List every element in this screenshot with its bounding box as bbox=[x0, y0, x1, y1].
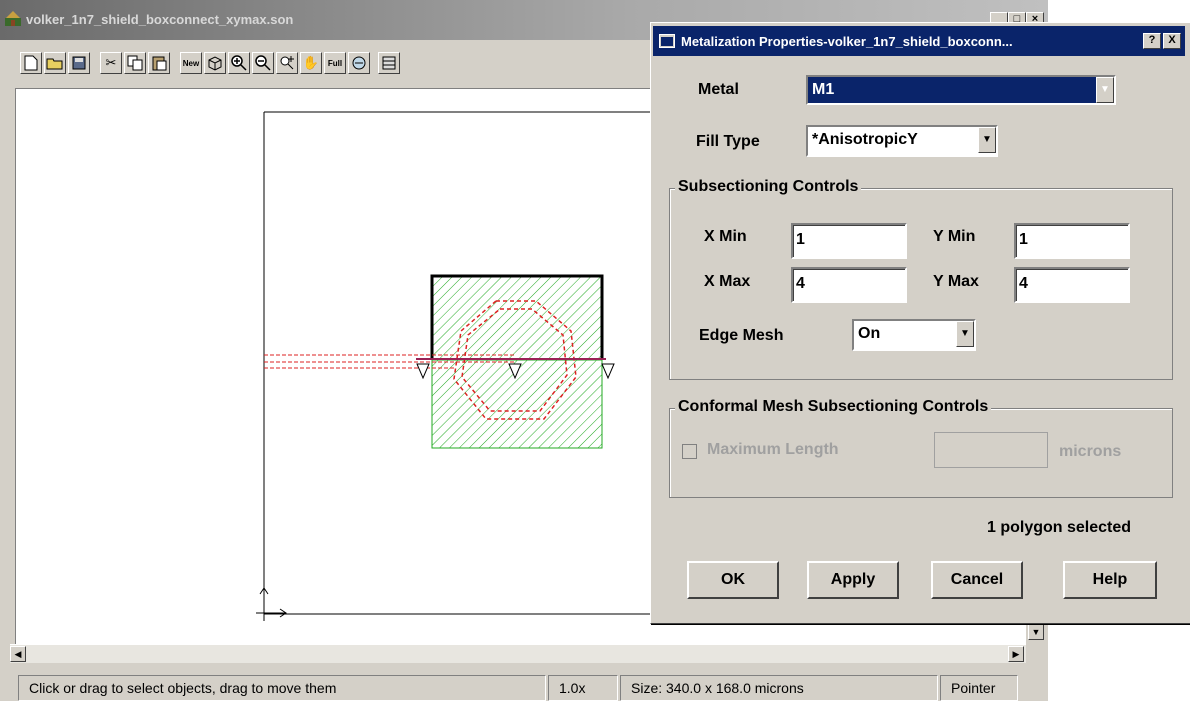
dialog-help-button[interactable]: ? bbox=[1143, 33, 1161, 49]
open-folder-icon[interactable] bbox=[44, 52, 66, 74]
save-icon[interactable] bbox=[68, 52, 90, 74]
3d-view-icon[interactable] bbox=[204, 52, 226, 74]
vertex-marker-right bbox=[601, 363, 615, 380]
fill-type-label: Fill Type bbox=[696, 133, 760, 150]
status-bar: Click or drag to select objects, drag to… bbox=[0, 665, 1048, 701]
xmax-label: X Max bbox=[704, 273, 751, 290]
new-file-icon[interactable] bbox=[20, 52, 42, 74]
metal-dropdown[interactable]: M1 ▼ bbox=[806, 75, 1116, 105]
dialog-titlebar[interactable]: Metalization Properties-volker_1n7_shiel… bbox=[653, 26, 1185, 56]
chevron-down-icon[interactable]: ▼ bbox=[978, 127, 996, 153]
metal-label: Metal bbox=[698, 81, 739, 98]
zoom-full-icon[interactable]: Full bbox=[324, 52, 346, 74]
status-size: Size: 340.0 x 168.0 microns bbox=[620, 675, 938, 701]
max-length-input[interactable] bbox=[934, 432, 1048, 468]
selection-status: 1 polygon selected bbox=[987, 519, 1132, 536]
chevron-down-icon[interactable]: ▼ bbox=[956, 321, 974, 347]
subsectioning-legend: Subsectioning Controls bbox=[675, 178, 862, 196]
zoom-out-icon[interactable] bbox=[252, 52, 274, 74]
ok-button[interactable]: OK bbox=[687, 561, 779, 599]
copy-icon[interactable] bbox=[124, 52, 146, 74]
cancel-button[interactable]: Cancel bbox=[931, 561, 1023, 599]
metalization-properties-dialog: Metalization Properties-volker_1n7_shiel… bbox=[650, 22, 1190, 624]
cut-icon[interactable]: ✂ bbox=[100, 52, 122, 74]
zoom-in-icon[interactable] bbox=[228, 52, 250, 74]
port-icon[interactable] bbox=[348, 52, 370, 74]
scroll-left-button[interactable]: ◀ bbox=[10, 646, 26, 662]
max-length-label: Maximum Length bbox=[707, 441, 839, 458]
zoom-full-label: Full bbox=[327, 58, 343, 68]
new-object-label: New bbox=[182, 58, 200, 68]
max-length-checkbox[interactable] bbox=[682, 444, 697, 459]
pan-hand-icon[interactable]: ✋ bbox=[300, 52, 322, 74]
fill-type-dropdown[interactable]: *AnisotropicY ▼ bbox=[806, 125, 998, 157]
vertex-marker-left bbox=[416, 363, 430, 380]
zoom-box-icon[interactable] bbox=[276, 52, 298, 74]
layers-icon[interactable] bbox=[378, 52, 400, 74]
fill-type-value: *AnisotropicY bbox=[812, 131, 918, 148]
status-message: Click or drag to select objects, drag to… bbox=[18, 675, 546, 701]
metal-value: M1 bbox=[812, 81, 835, 98]
edge-mesh-label: Edge Mesh bbox=[699, 327, 784, 344]
help-button[interactable]: Help bbox=[1063, 561, 1157, 599]
edge-mesh-value: On bbox=[858, 325, 881, 342]
dialog-title: Metalization Properties-volker_1n7_shiel… bbox=[681, 34, 1013, 49]
chevron-down-icon[interactable]: ▼ bbox=[1096, 77, 1114, 103]
xmax-input[interactable]: 4 bbox=[791, 267, 907, 303]
ymax-label: Y Max bbox=[933, 273, 979, 290]
status-zoom: 1.0x bbox=[548, 675, 618, 701]
app-icon bbox=[5, 11, 21, 26]
new-object-icon[interactable]: New bbox=[180, 52, 202, 74]
conformal-legend: Conformal Mesh Subsectioning Controls bbox=[675, 398, 992, 416]
metal-polygon-upper bbox=[431, 275, 603, 361]
ymin-label: Y Min bbox=[933, 228, 976, 245]
scroll-down-button[interactable]: ▼ bbox=[1028, 624, 1044, 640]
dialog-app-icon bbox=[659, 34, 675, 48]
paste-icon[interactable] bbox=[148, 52, 170, 74]
horizontal-scrollbar[interactable]: ◀ ▶ bbox=[10, 644, 1026, 663]
status-mode: Pointer bbox=[940, 675, 1018, 701]
apply-button[interactable]: Apply bbox=[807, 561, 899, 599]
edge-mesh-dropdown[interactable]: On ▼ bbox=[852, 319, 976, 351]
ymax-input[interactable]: 4 bbox=[1014, 267, 1130, 303]
ymin-input[interactable]: 1 bbox=[1014, 223, 1130, 259]
dialog-close-button[interactable]: X bbox=[1163, 33, 1181, 49]
units-label: microns bbox=[1059, 443, 1122, 460]
scroll-right-button[interactable]: ▶ bbox=[1008, 646, 1024, 662]
main-window-title: volker_1n7_shield_boxconnect_xymax.son bbox=[26, 12, 294, 27]
xmin-label: X Min bbox=[704, 228, 747, 245]
xmin-input[interactable]: 1 bbox=[791, 223, 907, 259]
